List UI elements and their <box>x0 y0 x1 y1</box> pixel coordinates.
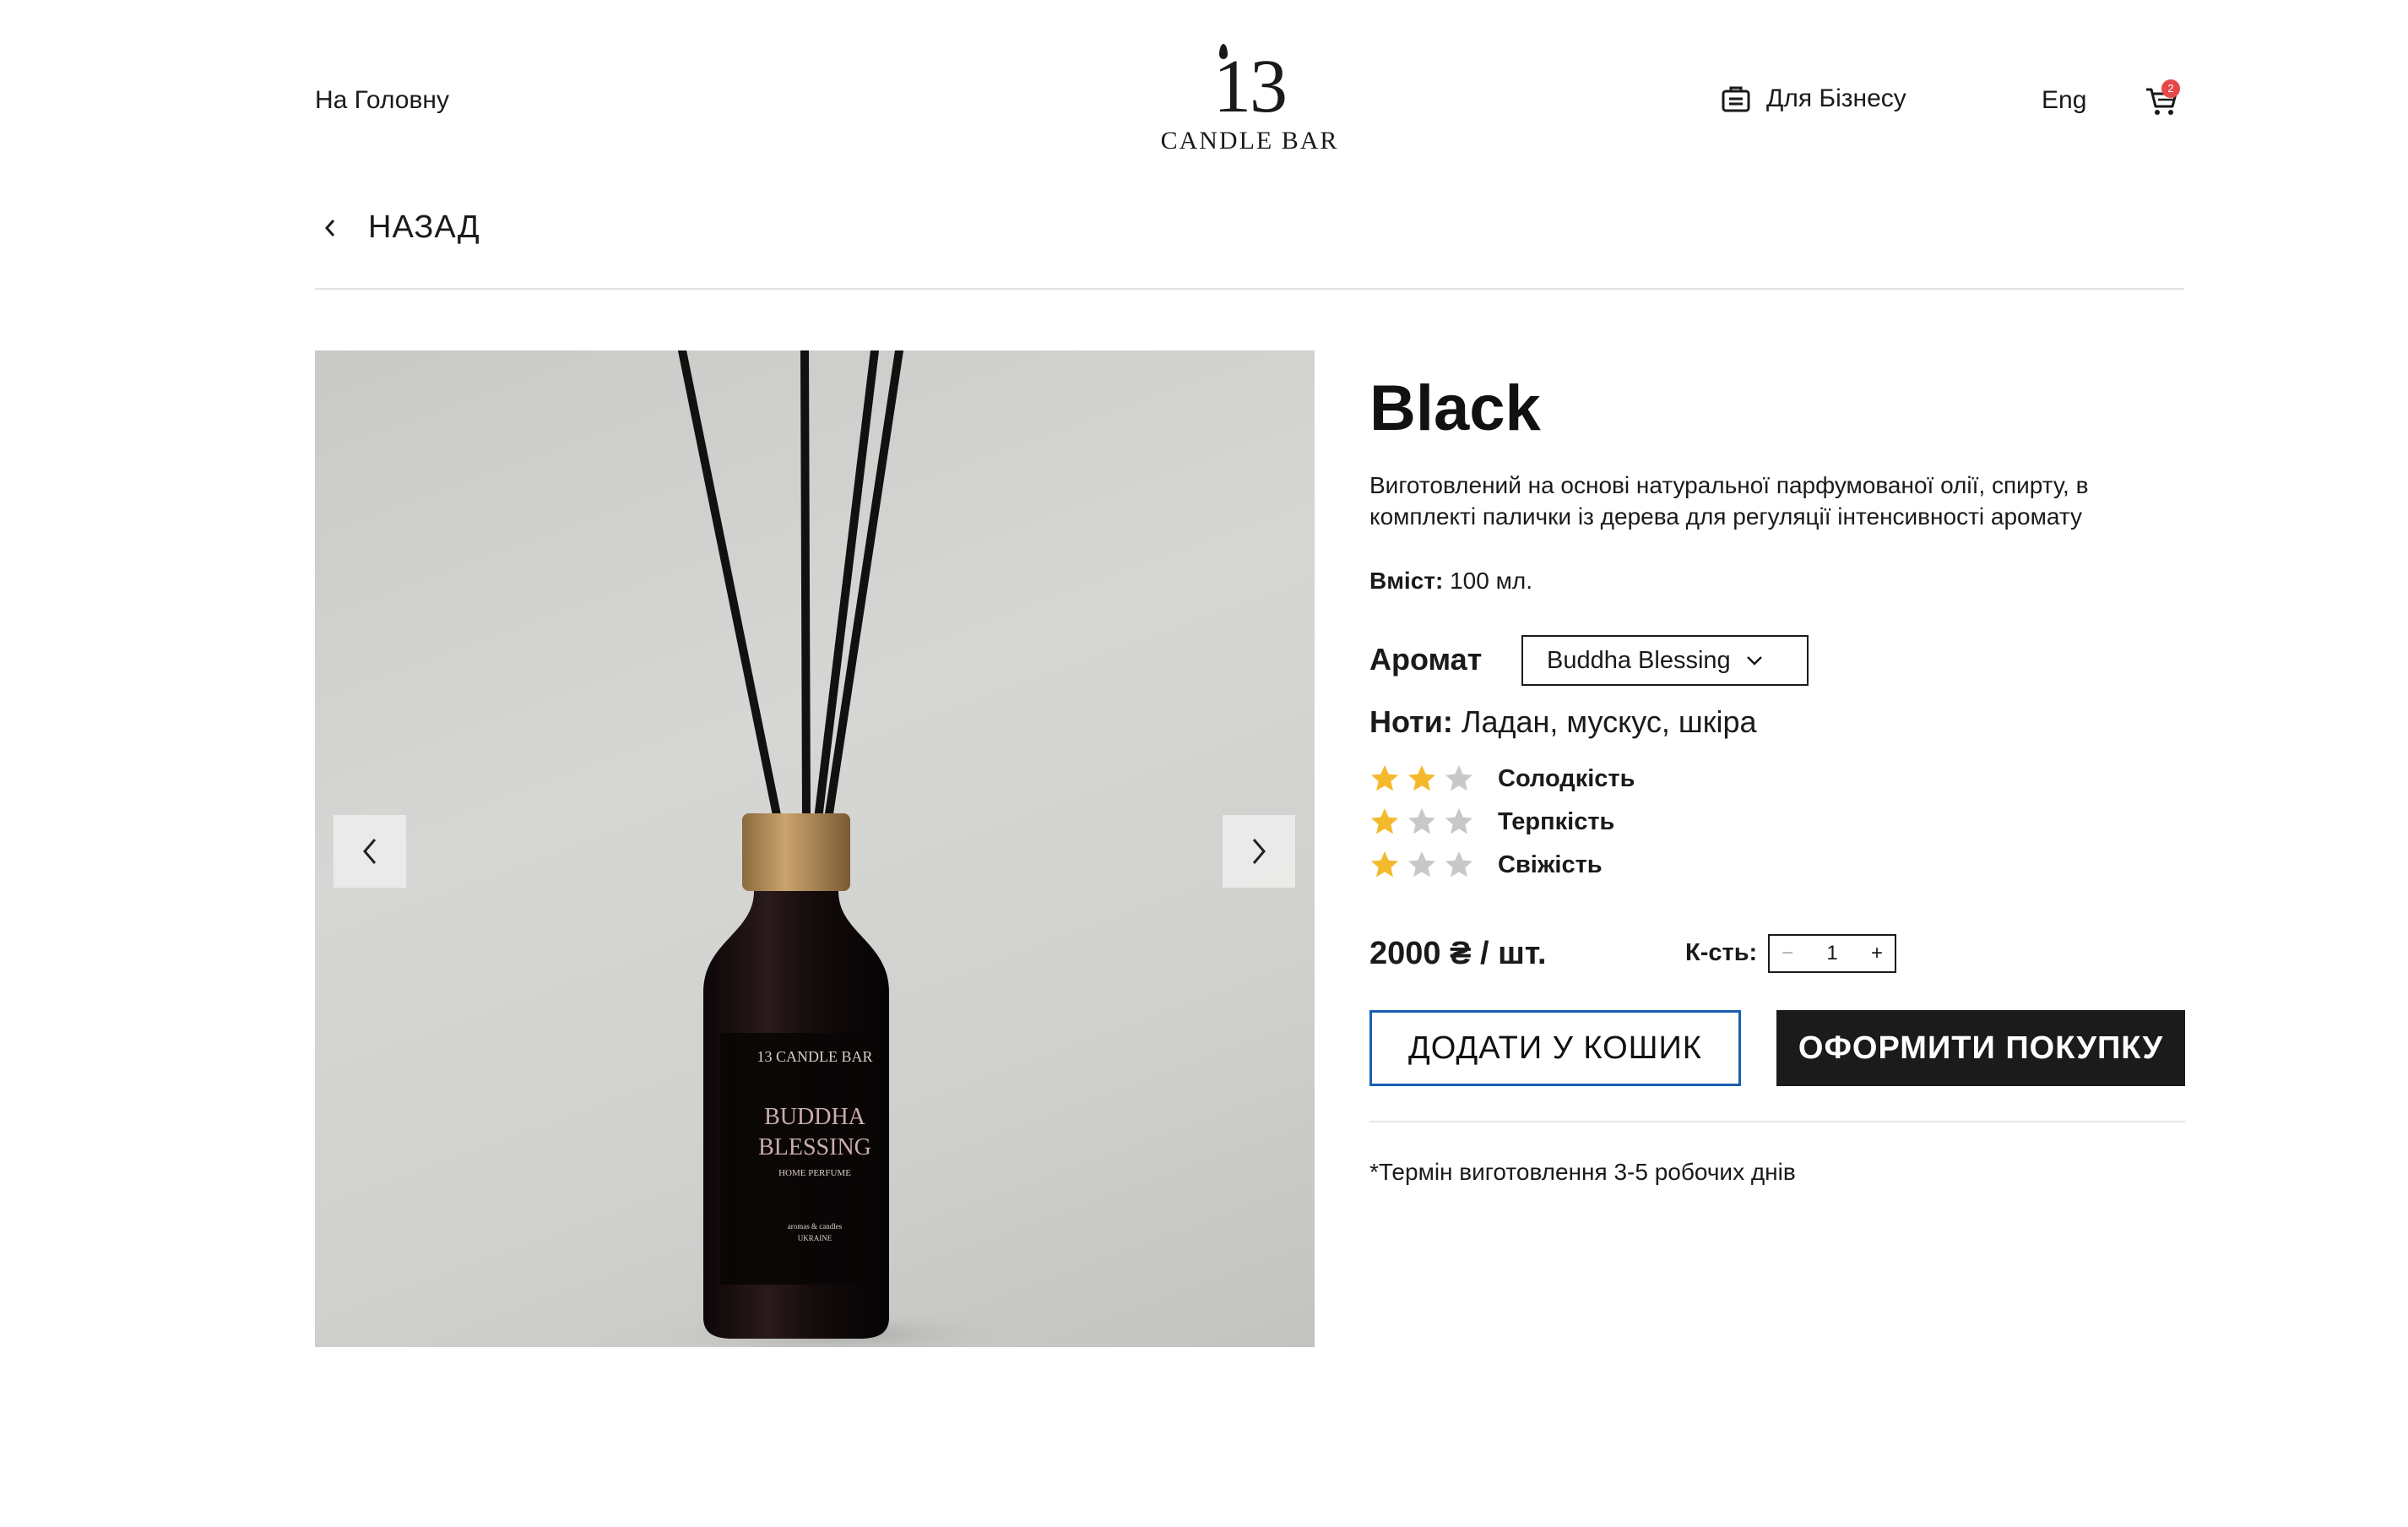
home-link[interactable]: На Головну <box>315 86 449 115</box>
rating-sweetness: Солодкість <box>1369 764 1635 794</box>
rating-label: Терпкість <box>1498 807 1615 835</box>
back-button[interactable]: НАЗАД <box>321 209 480 246</box>
aroma-label: Аромат <box>1369 642 1483 677</box>
quantity-label: К-сть: <box>1685 939 1758 966</box>
rating-stars <box>1369 764 1498 794</box>
add-to-cart-button[interactable]: ДОДАТИ У КОШИК <box>1369 1010 1741 1086</box>
back-label: НАЗАД <box>368 209 480 245</box>
star-empty-icon <box>1445 808 1472 834</box>
product-price: 2000 ₴ / шт. <box>1369 936 1547 971</box>
rating-freshness: Свіжість <box>1369 850 1603 880</box>
quantity-decrease-button[interactable]: − <box>1782 942 1793 965</box>
star-empty-icon <box>1408 851 1435 878</box>
chevron-left-icon <box>363 839 377 864</box>
production-note: *Термін виготовлення 3-5 робочих днів <box>1369 1159 1796 1185</box>
volume-label: Вміст: <box>1369 568 1444 594</box>
notes-value: Ладан, мускус, шкіра <box>1452 704 1757 739</box>
rating-label: Свіжість <box>1498 850 1603 878</box>
star-filled-icon <box>1371 851 1398 878</box>
rating-label: Солодкість <box>1498 764 1635 792</box>
bottle-name-line1: BUDDHA <box>764 1104 865 1130</box>
rating-stars <box>1369 807 1498 837</box>
star-empty-icon <box>1408 808 1435 834</box>
rating-astringency: Терпкість <box>1369 807 1614 837</box>
quantity-increase-button[interactable]: + <box>1871 942 1883 965</box>
bottle-sub2: UKRAINE <box>797 1234 832 1242</box>
language-switch[interactable]: Eng <box>2042 86 2086 115</box>
product-description: Виготовлений на основі натуральної парфу… <box>1369 472 2089 530</box>
star-empty-icon <box>1445 851 1472 878</box>
gallery-prev-button[interactable] <box>334 815 406 888</box>
bottle-name-line2: BLESSING <box>758 1134 871 1160</box>
aroma-selected-value: Buddha Blessing <box>1547 646 1731 674</box>
business-label: Для Бізнесу <box>1766 84 1906 112</box>
divider <box>315 288 2184 290</box>
flame-icon <box>1219 44 1228 59</box>
product-notes: Ноти: Ладан, мускус, шкіра <box>1369 704 1757 740</box>
product-volume: Вміст: 100 мл. <box>1369 568 1532 595</box>
bottle-brand: 13 CANDLE BAR <box>757 1048 873 1065</box>
quantity-value[interactable]: 1 <box>1826 942 1837 965</box>
divider <box>1369 1121 2185 1122</box>
product-image-gallery: 13 CANDLE BAR BUDDHA BLESSING HOME PERFU… <box>315 351 1315 1347</box>
site-header: На Головну 13 CANDLE BAR Для Бізнесу Eng… <box>0 0 2408 169</box>
star-filled-icon <box>1371 765 1398 791</box>
chevron-right-icon <box>1252 839 1266 864</box>
business-link[interactable]: Для Бізнесу <box>1721 84 1906 113</box>
aroma-select[interactable]: Buddha Blessing <box>1521 635 1809 686</box>
chevron-down-icon <box>1746 656 1762 666</box>
star-empty-icon <box>1445 765 1472 791</box>
bottle-sub1: aromas & candles <box>787 1222 843 1231</box>
briefcase-icon <box>1722 86 1750 112</box>
quantity-stepper: − 1 + <box>1768 934 1896 973</box>
star-filled-icon <box>1371 808 1398 834</box>
notes-label: Ноти: <box>1369 704 1453 739</box>
product-title: Black <box>1369 372 1541 444</box>
checkout-button[interactable]: ОФОРМИТИ ПОКУПКУ <box>1776 1010 2185 1086</box>
logo[interactable]: 13 CANDLE BAR <box>1158 44 1341 159</box>
volume-value: 100 мл. <box>1443 568 1532 594</box>
gallery-next-button[interactable] <box>1223 815 1295 888</box>
chevron-left-icon <box>324 219 335 236</box>
star-filled-icon <box>1408 765 1435 791</box>
cart-count-badge: 2 <box>2161 79 2180 98</box>
rating-stars <box>1369 850 1498 880</box>
logo-number: 13 <box>1213 44 1288 128</box>
logo-text: CANDLE BAR <box>1160 127 1339 155</box>
bottle-type: HOME PERFUME <box>778 1168 851 1178</box>
product-photo <box>644 351 1033 1347</box>
